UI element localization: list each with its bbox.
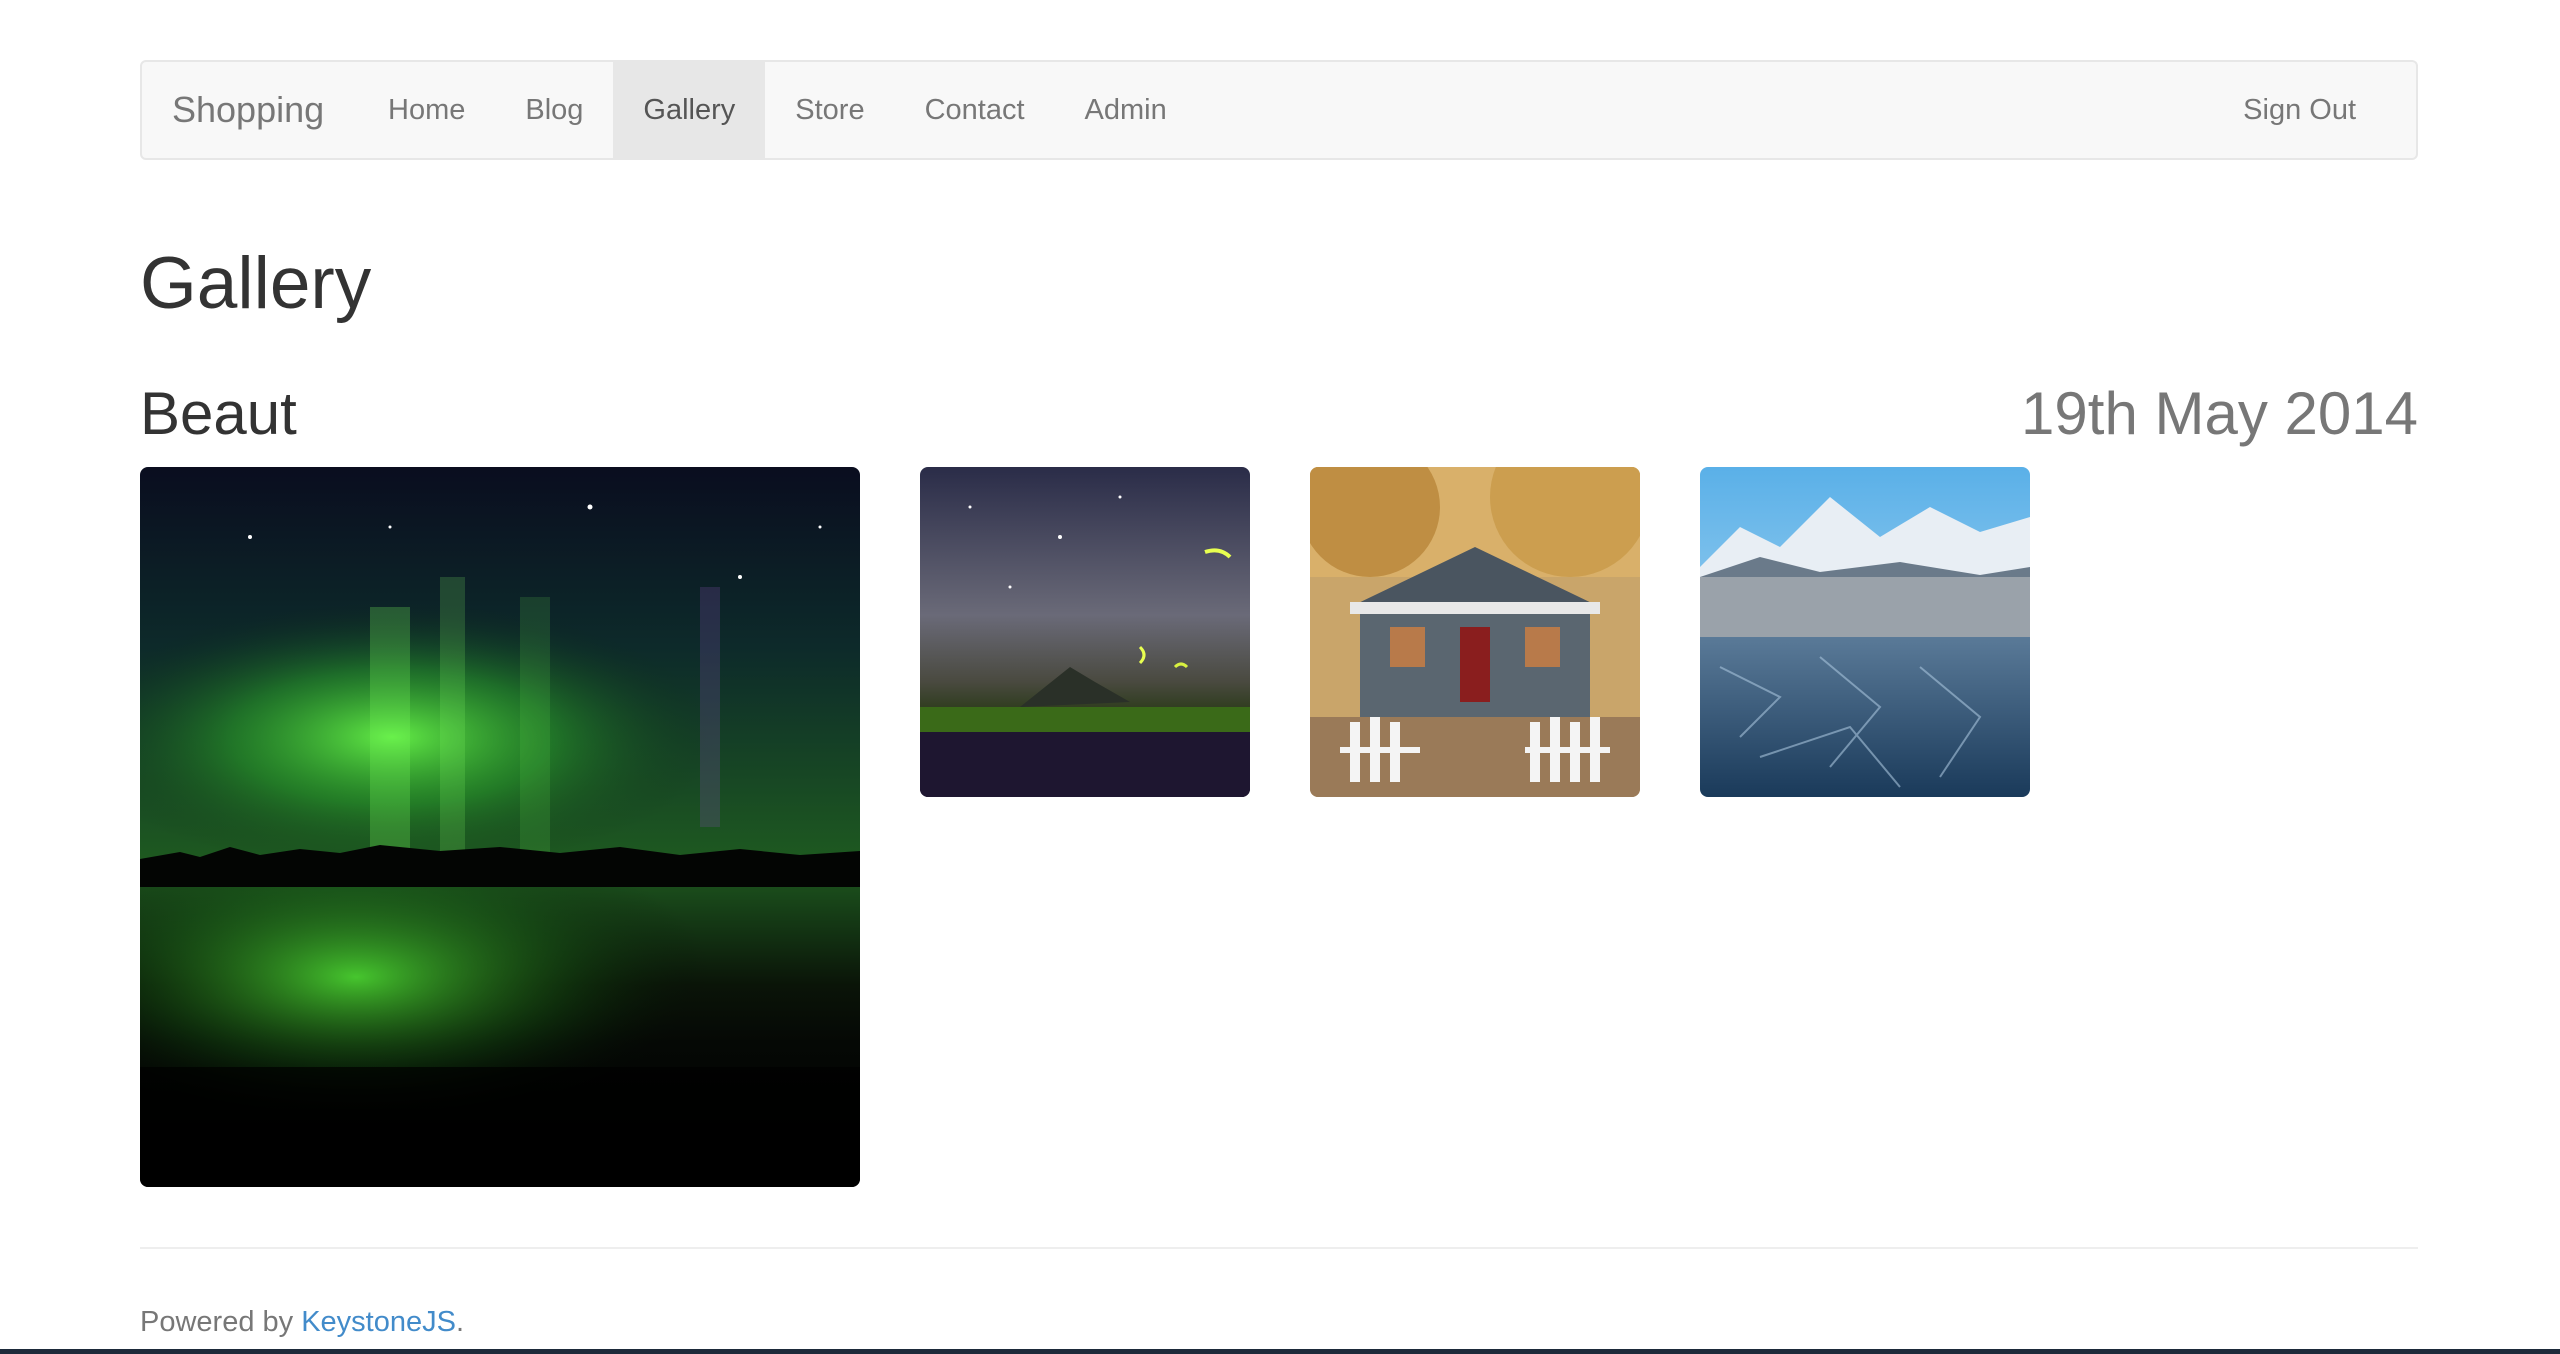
house-with-picket-fence-image[interactable] — [1310, 467, 1640, 797]
nav-item-blog[interactable]: Blog — [495, 62, 613, 158]
gallery-name: Beaut — [140, 380, 297, 447]
nav-item-contact[interactable]: Contact — [895, 62, 1055, 158]
nav-item-home[interactable]: Home — [358, 62, 495, 158]
footer: Powered by KeystoneJS. — [140, 1306, 464, 1339]
nav-item-admin[interactable]: Admin — [1055, 62, 1197, 158]
keystonejs-link[interactable]: KeystoneJS — [301, 1306, 456, 1338]
nav-menu: Home Blog Gallery Store Contact Admin — [358, 62, 1197, 158]
ice-lake-mountains-image[interactable] — [1700, 467, 2030, 797]
brand-link[interactable]: Shopping — [172, 62, 324, 158]
milky-way-fireflies-image[interactable] — [920, 467, 1250, 797]
nav-right: Sign Out — [2213, 62, 2386, 158]
page-title: Gallery — [140, 243, 372, 324]
footer-suffix: . — [455, 1306, 465, 1338]
footer-divider — [140, 1247, 2418, 1249]
gallery-date: 19th May 2014 — [2021, 380, 2418, 447]
nav-item-store[interactable]: Store — [765, 62, 894, 158]
navbar: Shopping Home Blog Gallery Store Contact… — [140, 60, 2418, 160]
nav-item-gallery[interactable]: Gallery — [613, 62, 766, 158]
aurora-image[interactable] — [140, 467, 860, 1187]
window-bottom-edge — [0, 1349, 2560, 1354]
footer-prefix: Powered by — [140, 1306, 302, 1338]
sign-out-link[interactable]: Sign Out — [2213, 62, 2386, 158]
